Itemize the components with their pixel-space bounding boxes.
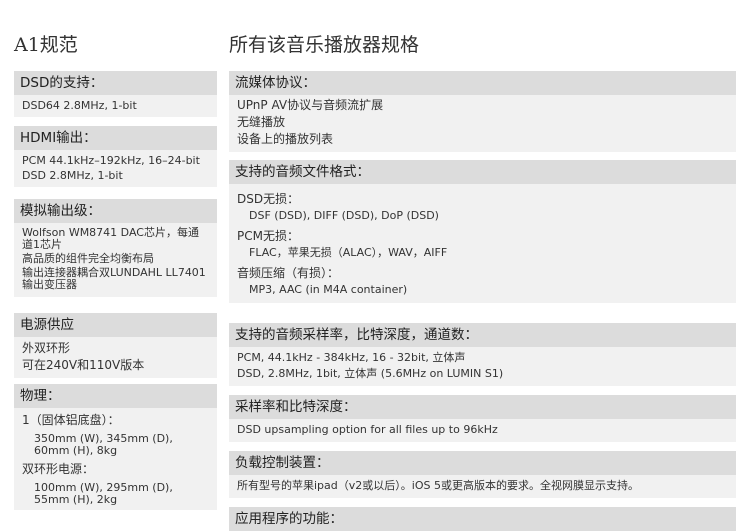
section-header: HDMI输出： — [14, 126, 217, 150]
spec-section-upsampling: 采样率和比特深度： DSD upsampling option for all … — [229, 395, 736, 442]
spec-line: 外双环形 — [22, 341, 71, 355]
format-group-label: 音频压缩（有损）： — [237, 266, 340, 280]
spec-line: 设备上的播放列表 — [237, 132, 334, 146]
section-body: PCM, 44.1kHz - 384kHz, 16 - 32bit, 立体声 D… — [229, 347, 736, 386]
spec-section-power-supply: 电源供应 外双环形 可在240V和110V版本 — [14, 313, 217, 378]
section-body: DSD64 2.8MHz, 1-bit — [14, 95, 217, 117]
spec-line: 高品质的组件完全均衡布局 — [22, 252, 154, 265]
spec-line: DSD upsampling option for all files up t… — [237, 423, 498, 436]
physical-chassis-dimensions: 350mm (W), 345mm (D), 60mm (H), 8kg — [34, 432, 173, 457]
section-header: 采样率和比特深度： — [229, 395, 736, 419]
section-body: Wolfson WM8741 DAC芯片，每通道1芯片 高品质的组件完全均衡布局… — [14, 223, 217, 297]
spec-line: PCM 44.1kHz–192kHz, 16–24-bit — [22, 154, 200, 167]
spec-section-control-device: 负载控制装置： 所有型号的苹果ipad（v2或以后）。iOS 5或更高版本的要求… — [229, 451, 736, 498]
section-header: 支持的音频文件格式： — [229, 160, 736, 184]
spec-section-analog-output: 模拟输出级： Wolfson WM8741 DAC芯片，每通道1芯片 高品质的组… — [14, 199, 217, 297]
section-body: 外双环形 可在240V和110V版本 — [14, 337, 217, 378]
physical-chassis-label: 1（固体铝底盘）： — [22, 413, 120, 427]
section-header: DSD的支持： — [14, 71, 217, 95]
section-body: 1（固体铝底盘）： 350mm (W), 345mm (D), 60mm (H)… — [14, 408, 217, 510]
spec-line: DSD 2.8MHz, 1-bit — [22, 169, 123, 182]
spec-line: 输出连接器耦合双LUNDAHL LL7401输出变压器 — [22, 266, 206, 291]
format-group-detail: FLAC，苹果无损（ALAC），WAV，AIFF — [249, 246, 448, 259]
spec-line: 可在240V和110V版本 — [22, 358, 145, 372]
spec-section-sample-rates: 支持的音频采样率，比特深度，通道数： PCM, 44.1kHz - 384kHz… — [229, 323, 736, 386]
section-header: 流媒体协议： — [229, 71, 736, 95]
spec-line: 所有型号的苹果ipad（v2或以后）。iOS 5或更高版本的要求。全视网膜显示支… — [237, 479, 639, 492]
format-group-label: PCM无损： — [237, 229, 299, 243]
physical-psu-dimensions: 100mm (W), 295mm (D), 55mm (H), 2kg — [34, 481, 173, 506]
format-group-detail: DSF (DSD), DIFF (DSD), DoP (DSD) — [249, 209, 439, 222]
section-body: PCM 44.1kHz–192kHz, 16–24-bit DSD 2.8MHz… — [14, 150, 217, 187]
physical-psu-label: 双环形电源： — [22, 462, 95, 476]
spec-line: PCM, 44.1kHz - 384kHz, 16 - 32bit, 立体声 — [237, 351, 466, 364]
spec-line: 无缝播放 — [237, 115, 286, 129]
spec-section-app-features: 应用程序的功能： — [229, 507, 736, 531]
spec-section-physical: 物理： 1（固体铝底盘）： 350mm (W), 345mm (D), 60mm… — [14, 384, 217, 510]
format-group-label: DSD无损： — [237, 192, 300, 206]
spec-section-streaming: 流媒体协议： UPnP AV协议与音频流扩展 无缝播放 设备上的播放列表 — [229, 71, 736, 152]
spec-section-hdmi: HDMI输出： PCM 44.1kHz–192kHz, 16–24-bit DS… — [14, 126, 217, 187]
section-body: 所有型号的苹果ipad（v2或以后）。iOS 5或更高版本的要求。全视网膜显示支… — [229, 475, 736, 498]
section-body: UPnP AV协议与音频流扩展 无缝播放 设备上的播放列表 — [229, 95, 736, 152]
spec-line: DSD64 2.8MHz, 1-bit — [22, 99, 137, 112]
spec-line: UPnP AV协议与音频流扩展 — [237, 98, 384, 112]
spec-line: Wolfson WM8741 DAC芯片，每通道1芯片 — [22, 226, 199, 251]
right-title: 所有该音乐播放器规格 — [229, 34, 420, 56]
section-body: DSD无损： DSF (DSD), DIFF (DSD), DoP (DSD) … — [229, 184, 736, 303]
section-header: 负载控制装置： — [229, 451, 736, 475]
spec-section-dsd: DSD的支持： DSD64 2.8MHz, 1-bit — [14, 71, 217, 117]
section-header: 电源供应 — [14, 313, 217, 337]
spec-section-file-formats: 支持的音频文件格式： DSD无损： DSF (DSD), DIFF (DSD),… — [229, 160, 736, 303]
section-header: 模拟输出级： — [14, 199, 217, 223]
format-group-detail: MP3, AAC (in M4A container) — [249, 283, 408, 296]
section-header: 应用程序的功能： — [229, 507, 736, 531]
left-title: A1规范 — [14, 34, 78, 56]
section-header: 物理： — [14, 384, 217, 408]
section-header: 支持的音频采样率，比特深度，通道数： — [229, 323, 736, 347]
section-body: DSD upsampling option for all files up t… — [229, 419, 736, 442]
spec-line: DSD, 2.8MHz, 1bit, 立体声 (5.6MHz on LUMIN … — [237, 367, 504, 380]
